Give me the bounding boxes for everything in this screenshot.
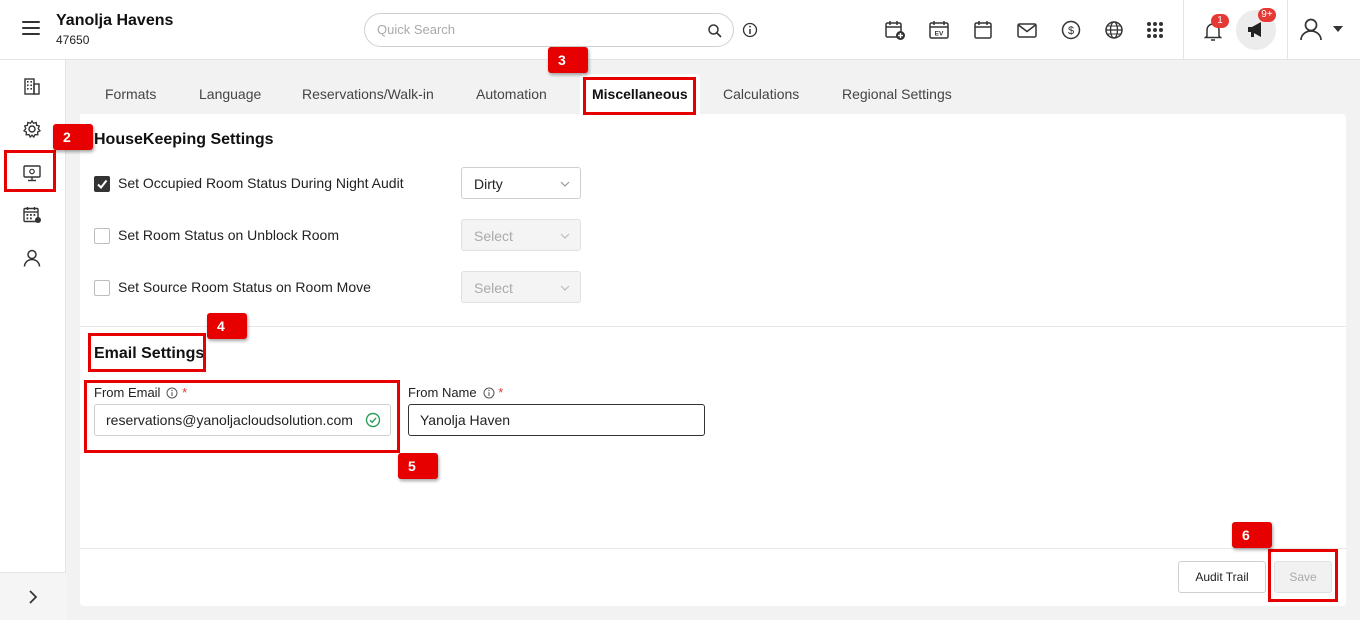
building-icon[interactable]: [22, 76, 42, 96]
from-name-label-text: From Name: [408, 385, 477, 400]
from-email-label-text: From Email: [94, 385, 161, 400]
occupied-room-status-label: Set Occupied Room Status During Night Au…: [118, 175, 404, 191]
chevron-down-icon: [560, 181, 570, 187]
step-marker-4: 4: [207, 313, 247, 339]
tab-formats[interactable]: Formats: [105, 74, 156, 114]
unblock-room-status-label: Set Room Status on Unblock Room: [118, 227, 339, 243]
notification-badge: 1: [1211, 14, 1229, 28]
unblock-room-status-select[interactable]: Select: [461, 219, 581, 251]
step-marker-6: 6: [1232, 522, 1272, 548]
search-input[interactable]: [377, 22, 697, 37]
source-room-status-value: Select: [474, 280, 513, 296]
from-name-label: From Name *: [408, 385, 503, 400]
search-icon[interactable]: [707, 23, 723, 39]
calendar-grid-icon[interactable]: [22, 205, 42, 225]
person-icon[interactable]: [22, 248, 42, 268]
tab-regional-settings[interactable]: Regional Settings: [842, 74, 952, 114]
email-settings-title: Email Settings: [94, 345, 205, 362]
info-icon[interactable]: [742, 22, 758, 38]
menu-icon[interactable]: [22, 21, 40, 35]
toolbar-divider: [1183, 0, 1184, 60]
occupied-room-status-checkbox[interactable]: [94, 176, 110, 192]
svg-text:EV: EV: [935, 31, 944, 38]
chevron-down-icon: [560, 285, 570, 291]
info-icon[interactable]: [483, 387, 495, 399]
calendar-ev-icon[interactable]: EV: [928, 19, 950, 41]
check-circle-icon: [365, 412, 381, 428]
info-icon[interactable]: [166, 387, 178, 399]
settings-tabs: Formats Language Reservations/Walk-in Au…: [80, 74, 1346, 114]
announcement-badge: 9+: [1258, 8, 1276, 22]
from-email-label: From Email *: [94, 385, 187, 400]
top-bar: Yanolja Havens 47650 EV $ 1 9+: [0, 0, 1360, 60]
dollar-icon[interactable]: $: [1060, 19, 1082, 41]
calendar-add-icon[interactable]: [884, 19, 906, 41]
property-code: 47650: [56, 33, 90, 47]
required-mark: *: [498, 385, 504, 400]
mail-icon[interactable]: [1016, 19, 1038, 41]
tab-language[interactable]: Language: [199, 74, 261, 114]
unblock-room-status-checkbox[interactable]: [94, 228, 110, 244]
required-mark: *: [182, 385, 188, 400]
quick-search[interactable]: [364, 13, 734, 47]
user-avatar-icon[interactable]: [1298, 16, 1324, 42]
step-marker-3: 3: [548, 47, 588, 73]
toolbar-divider: [1287, 0, 1288, 60]
sidebar-expand-button[interactable]: [0, 572, 66, 620]
footer-divider: [80, 548, 1346, 549]
section-divider: [80, 326, 1346, 327]
gear-icon[interactable]: [22, 119, 42, 139]
settings-panel: HouseKeeping Settings Set Occupied Room …: [80, 114, 1346, 606]
monitor-settings-icon[interactable]: [22, 163, 42, 183]
tab-reservations-walk-in[interactable]: Reservations/Walk-in: [302, 74, 434, 114]
housekeeping-title: HouseKeeping Settings: [94, 131, 274, 148]
save-button[interactable]: Save: [1274, 561, 1332, 593]
from-email-input[interactable]: [94, 404, 391, 436]
audit-trail-button[interactable]: Audit Trail: [1178, 561, 1266, 593]
step-marker-5: 5: [398, 453, 438, 479]
occupied-room-status-value: Dirty: [474, 176, 503, 192]
svg-text:$: $: [1068, 25, 1074, 37]
source-room-status-label: Set Source Room Status on Room Move: [118, 279, 371, 295]
source-room-status-select[interactable]: Select: [461, 271, 581, 303]
chevron-down-icon: [560, 233, 570, 239]
chevron-right-icon: [29, 590, 38, 604]
tab-automation[interactable]: Automation: [476, 74, 547, 114]
user-menu-caret-icon[interactable]: [1333, 26, 1343, 32]
source-room-status-checkbox[interactable]: [94, 280, 110, 296]
occupied-room-status-select[interactable]: Dirty: [461, 167, 581, 199]
tab-calculations[interactable]: Calculations: [723, 74, 799, 114]
from-name-input[interactable]: [408, 404, 705, 436]
globe-icon[interactable]: [1104, 19, 1126, 41]
megaphone-icon: [1248, 22, 1261, 37]
unblock-room-status-value: Select: [474, 228, 513, 244]
step-marker-2: 2: [53, 124, 93, 150]
property-name[interactable]: Yanolja Havens: [56, 12, 173, 30]
apps-grid-icon[interactable]: [1144, 19, 1166, 41]
tab-miscellaneous[interactable]: Miscellaneous: [580, 74, 700, 114]
checkmark-icon: [97, 179, 108, 190]
calendar-icon[interactable]: [972, 19, 994, 41]
